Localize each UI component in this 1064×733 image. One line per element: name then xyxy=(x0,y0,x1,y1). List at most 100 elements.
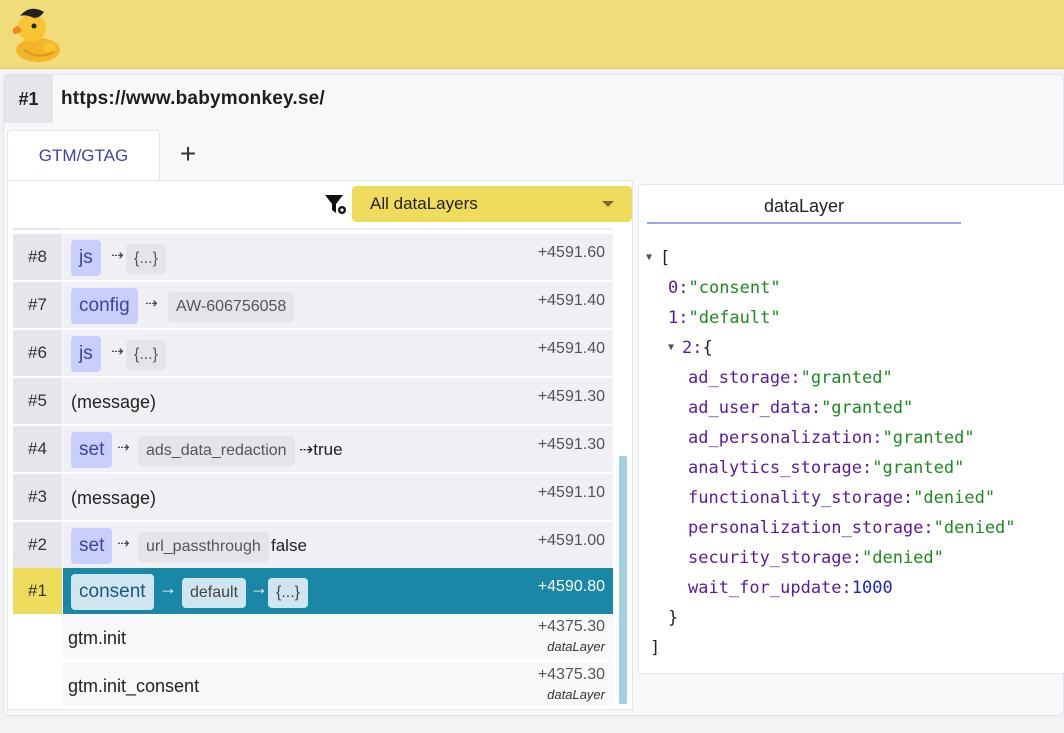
event-label: gtm.init xyxy=(68,628,127,648)
event-body xyxy=(63,228,613,230)
event-label: gtm.init_consent xyxy=(68,676,200,696)
json-key: functionality_storage: xyxy=(688,488,914,508)
gtm-event-row[interactable]: gtm.init +4375.30 dataLayer xyxy=(12,614,616,660)
event-type-pill: set xyxy=(71,528,113,564)
event-index: #1 xyxy=(13,568,62,614)
json-entry: analytics_storage:"granted" xyxy=(688,453,964,483)
json-key: 2: xyxy=(682,338,703,358)
arrow-icon: ⇢ xyxy=(111,247,124,264)
event-type-pill: set xyxy=(71,432,113,468)
json-item: 0:"consent" xyxy=(668,273,781,303)
json-array-close: ] xyxy=(650,633,660,663)
event-arg-chip[interactable]: {...} xyxy=(126,340,167,370)
json-value: "granted" xyxy=(800,368,893,388)
event-arg-chip[interactable]: {...} xyxy=(268,578,309,608)
event-type-pill: consent xyxy=(71,574,154,610)
event-type-pill: js xyxy=(71,336,101,372)
json-object-close: } xyxy=(668,603,678,633)
arrow-icon: ⇢ xyxy=(145,295,158,312)
event-index: #7 xyxy=(13,282,62,328)
event-time: +4591.10 xyxy=(537,484,605,501)
json-entry: functionality_storage:"denied" xyxy=(688,483,995,513)
arrow-icon: → xyxy=(159,578,177,598)
event-value: ⇢true xyxy=(299,440,343,459)
event-row-4[interactable]: #4 set ⇢ ads_data_redaction ⇢true +4591.… xyxy=(12,426,616,472)
arrow-icon: ⇢ xyxy=(111,343,124,360)
json-value: "denied" xyxy=(933,518,1016,538)
event-row-3[interactable]: #3 (message) +4591.10 xyxy=(12,474,616,520)
datalayer-select-value: All dataLayers xyxy=(370,194,478,213)
list-item[interactable] xyxy=(12,228,616,230)
event-arg-chip[interactable]: {...} xyxy=(126,244,167,274)
json-key: analytics_storage: xyxy=(688,458,873,478)
event-index: #3 xyxy=(13,474,62,520)
event-time: +4375.30 xyxy=(537,666,605,683)
event-arg-chip[interactable]: AW-606756058 xyxy=(168,292,295,322)
event-body: js ⇢ {...} +4591.60 xyxy=(63,234,613,280)
event-arg-chip[interactable]: ads_data_redaction xyxy=(138,436,295,466)
json-entry: ad_storage:"granted" xyxy=(688,363,893,393)
duck-logo-icon[interactable] xyxy=(10,4,62,64)
json-array-open[interactable]: ▼[ xyxy=(646,243,670,273)
event-time: +4591.60 xyxy=(537,244,605,261)
datalayer-select[interactable]: All dataLayers xyxy=(352,186,632,222)
event-row-7[interactable]: #7 config ⇢ AW-606756058 +4591.40 xyxy=(12,282,616,328)
event-list-scrollbar[interactable] xyxy=(619,456,627,704)
json-brace: { xyxy=(702,338,713,358)
json-brace: } xyxy=(668,608,679,628)
json-value: "denied" xyxy=(862,548,944,568)
tab-datalayer[interactable]: dataLayer xyxy=(647,190,961,224)
json-entry: ad_personalization:"granted" xyxy=(688,423,975,453)
event-label: (message) xyxy=(71,392,157,412)
json-key: 0: xyxy=(668,278,689,298)
json-value: "granted" xyxy=(872,458,965,478)
top-bar xyxy=(0,0,1064,69)
json-entry: wait_for_update:1000 xyxy=(688,573,893,603)
filter-settings-icon[interactable] xyxy=(324,193,348,217)
event-index: #6 xyxy=(13,330,62,376)
event-body: config ⇢ AW-606756058 +4591.40 xyxy=(63,282,613,328)
arrow-icon: → xyxy=(250,578,268,598)
event-row-5[interactable]: #5 (message) +4591.30 xyxy=(12,378,616,424)
add-tab-button[interactable]: + xyxy=(172,138,204,170)
event-body: set ⇢ ads_data_redaction ⇢true +4591.30 xyxy=(63,426,613,472)
json-object-open[interactable]: ▼ 2:{ xyxy=(668,333,713,363)
gtm-event-row[interactable]: gtm.init_consent +4375.30 dataLayer xyxy=(12,662,616,706)
json-key: personalization_storage: xyxy=(688,518,934,538)
event-body: consent → default → {...} +4590.80 xyxy=(63,568,613,614)
json-bracket: [ xyxy=(660,248,671,268)
arrow-icon: ⇢ xyxy=(117,535,130,552)
event-body: (message) +4591.30 xyxy=(63,378,613,424)
json-value: 1000 xyxy=(851,578,893,598)
url-index: #1 xyxy=(4,75,53,123)
event-list: #8 js ⇢ {...} +4591.60 #7 config ⇢ AW-60… xyxy=(12,228,616,706)
event-time: +4591.00 xyxy=(537,532,605,549)
json-entry: ad_user_data:"granted" xyxy=(688,393,913,423)
event-source: dataLayer xyxy=(547,639,605,654)
tab-gtm-gtag[interactable]: GTM/GTAG xyxy=(7,130,160,181)
event-source: dataLayer xyxy=(547,687,605,702)
event-body: gtm.init +4375.30 dataLayer xyxy=(63,614,613,660)
event-arg-chip[interactable]: default xyxy=(182,578,247,608)
json-key: security_storage: xyxy=(688,548,862,568)
event-row-2[interactable]: #2 set ⇢ url_passthrough false +4591.00 xyxy=(12,522,616,568)
event-row-6[interactable]: #6 js ⇢ {...} +4591.40 xyxy=(12,330,616,376)
event-body: set ⇢ url_passthrough false +4591.00 xyxy=(63,522,613,568)
json-value: "consent" xyxy=(688,278,781,298)
arrow-icon: ⇢ xyxy=(117,439,130,456)
json-entry: security_storage:"denied" xyxy=(688,543,944,573)
event-type-pill: js xyxy=(71,240,101,276)
event-index: #5 xyxy=(13,378,62,424)
event-index xyxy=(13,228,62,230)
event-value: false xyxy=(271,536,307,555)
event-row-8[interactable]: #8 js ⇢ {...} +4591.60 xyxy=(12,234,616,280)
event-arg-chip[interactable]: url_passthrough xyxy=(138,532,269,562)
page-url[interactable]: https://www.babymonkey.se/ xyxy=(61,88,325,110)
event-index: #8 xyxy=(13,234,62,280)
event-row-1[interactable]: #1 consent → default → {...} +4590.80 xyxy=(12,568,616,614)
json-value: "default" xyxy=(688,308,781,328)
event-index: #2 xyxy=(13,522,62,568)
json-key: ad_storage: xyxy=(688,368,801,388)
json-key: ad_personalization: xyxy=(688,428,883,448)
chevron-down-icon xyxy=(602,201,614,207)
